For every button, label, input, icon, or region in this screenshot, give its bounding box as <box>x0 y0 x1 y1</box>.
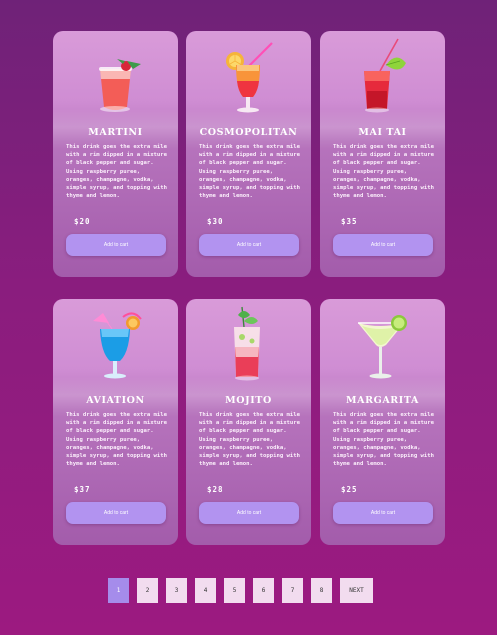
add-to-cart-button[interactable]: Add to cart <box>199 502 299 524</box>
page-button-7[interactable]: 7 <box>282 578 303 603</box>
add-to-cart-button[interactable]: Add to cart <box>333 234 433 256</box>
page-button-8[interactable]: 8 <box>311 578 332 603</box>
add-to-cart-button[interactable]: Add to cart <box>333 502 433 524</box>
product-description: This drink goes the extra mile with a ri… <box>199 412 301 468</box>
product-price: $28 <box>207 485 224 494</box>
product-name: MARTINI <box>88 127 143 138</box>
product-card: AVIATION This drink goes the extra mile … <box>53 299 178 545</box>
add-to-cart-button[interactable]: Add to cart <box>66 502 166 524</box>
page-button-6[interactable]: 6 <box>253 578 274 603</box>
product-name: AVIATION <box>86 395 145 406</box>
product-price: $25 <box>341 485 358 494</box>
product-description: This drink goes the extra mile with a ri… <box>199 144 301 200</box>
product-card: MARGARITA This drink goes the extra mile… <box>320 299 445 545</box>
product-name: MAI TAI <box>358 127 407 138</box>
product-price: $30 <box>207 217 224 226</box>
page-button-5[interactable]: 5 <box>224 578 245 603</box>
add-to-cart-button[interactable]: Add to cart <box>66 234 166 256</box>
product-grid: MARTINI This drink goes the extra mile w… <box>0 0 497 635</box>
product-price: $20 <box>74 217 91 226</box>
product-description: This drink goes the extra mile with a ri… <box>333 412 435 468</box>
add-to-cart-button[interactable]: Add to cart <box>199 234 299 256</box>
page-button-3[interactable]: 3 <box>166 578 187 603</box>
product-card: COSMOPOLITAN This drink goes the extra m… <box>186 31 311 277</box>
product-card: MARTINI This drink goes the extra mile w… <box>53 31 178 277</box>
product-description: This drink goes the extra mile with a ri… <box>333 144 435 200</box>
product-name: COSMOPOLITAN <box>199 127 298 138</box>
product-description: This drink goes the extra mile with a ri… <box>66 144 168 200</box>
next-page-button[interactable]: NEXT <box>340 578 373 603</box>
page-button-1[interactable]: 1 <box>108 578 129 603</box>
product-card: MAI TAI This drink goes the extra mile w… <box>320 31 445 277</box>
product-name: MARGARITA <box>346 395 419 406</box>
page-button-4[interactable]: 4 <box>195 578 216 603</box>
product-price: $35 <box>341 217 358 226</box>
page-button-2[interactable]: 2 <box>137 578 158 603</box>
product-price: $37 <box>74 485 91 494</box>
product-card: MOJITO This drink goes the extra mile wi… <box>186 299 311 545</box>
product-description: This drink goes the extra mile with a ri… <box>66 412 168 468</box>
product-name: MOJITO <box>225 395 272 406</box>
pagination: 1 2 3 4 5 6 7 8 NEXT <box>0 578 497 604</box>
